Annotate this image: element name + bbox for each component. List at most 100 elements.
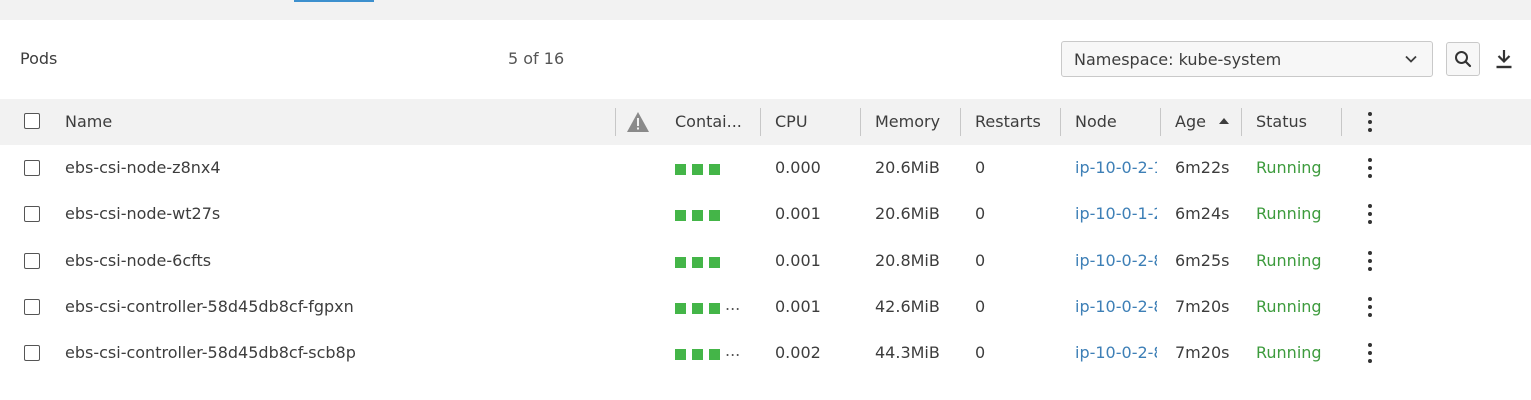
column-header-cpu[interactable]: CPU bbox=[775, 99, 808, 145]
status-value: Running bbox=[1256, 251, 1322, 270]
node-link[interactable]: ip-10-0-1-2 bbox=[1075, 191, 1157, 237]
container-ready-indicator bbox=[692, 209, 703, 221]
containers-status bbox=[675, 209, 725, 221]
pod-name-link[interactable]: ebs-csi-node-6cfts bbox=[65, 238, 211, 284]
pod-name-link[interactable]: ebs-csi-controller-58d45db8cf-scb8p bbox=[65, 330, 356, 376]
status-value: Running bbox=[1256, 297, 1322, 316]
column-header-restarts[interactable]: Restarts bbox=[975, 99, 1041, 145]
container-ready-indicator bbox=[675, 302, 686, 314]
container-ready-indicator bbox=[675, 209, 686, 221]
status-value: Running bbox=[1256, 158, 1322, 177]
memory-value: 20.8MiB bbox=[875, 251, 940, 270]
table-row[interactable]: ebs-csi-node-z8nx4 0.000 20.6MiB 0 ip-10… bbox=[0, 145, 1531, 191]
age-value: 6m22s bbox=[1175, 158, 1230, 177]
containers-more: ... bbox=[725, 295, 741, 314]
node-link[interactable]: ip-10-0-2-1 bbox=[1075, 145, 1157, 191]
container-ready-indicator bbox=[709, 348, 720, 360]
column-header-memory[interactable]: Memory bbox=[875, 99, 940, 145]
download-icon bbox=[1496, 50, 1512, 69]
search-button[interactable] bbox=[1446, 42, 1480, 76]
containers-status: ... bbox=[675, 295, 741, 314]
column-resize-handle[interactable] bbox=[760, 108, 761, 136]
node-link[interactable]: ip-10-0-2-8 bbox=[1075, 284, 1157, 330]
cpu-value: 0.001 bbox=[775, 251, 821, 270]
container-ready-indicator bbox=[675, 256, 686, 268]
row-menu-button[interactable] bbox=[1367, 343, 1373, 363]
select-all-checkbox[interactable] bbox=[24, 113, 40, 129]
containers-status bbox=[675, 163, 725, 175]
restarts-value: 0 bbox=[975, 204, 986, 223]
containers-more: ... bbox=[725, 341, 741, 360]
cpu-value: 0.002 bbox=[775, 343, 821, 362]
column-header-containers[interactable]: Contai... bbox=[675, 99, 742, 145]
namespace-select[interactable]: Namespace: kube-system bbox=[1061, 41, 1433, 77]
container-ready-indicator bbox=[709, 302, 720, 314]
container-ready-indicator bbox=[675, 163, 686, 175]
node-link[interactable]: ip-10-0-2-8 bbox=[1075, 330, 1157, 376]
restarts-value: 0 bbox=[975, 343, 986, 362]
restarts-value: 0 bbox=[975, 158, 986, 177]
row-checkbox[interactable] bbox=[24, 206, 40, 222]
cpu-value: 0.001 bbox=[775, 297, 821, 316]
containers-status bbox=[675, 256, 725, 268]
items-count: 5 of 16 bbox=[508, 49, 565, 68]
memory-value: 42.6MiB bbox=[875, 297, 940, 316]
column-resize-handle[interactable] bbox=[1341, 108, 1342, 136]
column-header-age[interactable]: Age bbox=[1175, 99, 1206, 145]
container-ready-indicator bbox=[692, 163, 703, 175]
row-checkbox[interactable] bbox=[24, 345, 40, 361]
cpu-value: 0.001 bbox=[775, 204, 821, 223]
container-ready-indicator bbox=[675, 348, 686, 360]
table-header: Name Contai... CPU Memory Restarts Node … bbox=[0, 99, 1531, 145]
age-value: 6m24s bbox=[1175, 204, 1230, 223]
active-tab-indicator bbox=[294, 0, 374, 2]
table-row[interactable]: ebs-csi-controller-58d45db8cf-fgpxn ... … bbox=[0, 284, 1531, 330]
memory-value: 20.6MiB bbox=[875, 158, 940, 177]
table-row[interactable]: ebs-csi-controller-58d45db8cf-scb8p ... … bbox=[0, 330, 1531, 376]
container-ready-indicator bbox=[692, 302, 703, 314]
row-menu-button[interactable] bbox=[1367, 251, 1373, 271]
memory-value: 44.3MiB bbox=[875, 343, 940, 362]
container-ready-indicator bbox=[692, 348, 703, 360]
age-value: 6m25s bbox=[1175, 251, 1230, 270]
column-header-status[interactable]: Status bbox=[1256, 99, 1307, 145]
container-ready-indicator bbox=[692, 256, 703, 268]
age-value: 7m20s bbox=[1175, 343, 1230, 362]
row-menu-button[interactable] bbox=[1367, 158, 1373, 178]
sort-ascending-icon bbox=[1219, 118, 1229, 124]
table-row[interactable]: ebs-csi-node-wt27s 0.001 20.6MiB 0 ip-10… bbox=[0, 191, 1531, 237]
container-ready-indicator bbox=[709, 209, 720, 221]
column-resize-handle[interactable] bbox=[960, 108, 961, 136]
container-ready-indicator bbox=[709, 256, 720, 268]
column-resize-handle[interactable] bbox=[1241, 108, 1242, 136]
warning-icon bbox=[627, 112, 649, 132]
containers-status: ... bbox=[675, 341, 741, 360]
pod-name-link[interactable]: ebs-csi-node-z8nx4 bbox=[65, 145, 221, 191]
node-link[interactable]: ip-10-0-2-8 bbox=[1075, 238, 1157, 284]
restarts-value: 0 bbox=[975, 297, 986, 316]
pod-name-link[interactable]: ebs-csi-controller-58d45db8cf-fgpxn bbox=[65, 284, 354, 330]
columns-menu-button[interactable] bbox=[1367, 112, 1373, 132]
restarts-value: 0 bbox=[975, 251, 986, 270]
pod-name-link[interactable]: ebs-csi-node-wt27s bbox=[65, 191, 220, 237]
column-resize-handle[interactable] bbox=[615, 108, 616, 136]
row-menu-button[interactable] bbox=[1367, 204, 1373, 224]
download-button[interactable] bbox=[1490, 45, 1518, 73]
age-value: 7m20s bbox=[1175, 297, 1230, 316]
column-header-node[interactable]: Node bbox=[1075, 99, 1117, 145]
cpu-value: 0.000 bbox=[775, 158, 821, 177]
row-checkbox[interactable] bbox=[24, 253, 40, 269]
column-resize-handle[interactable] bbox=[860, 108, 861, 136]
memory-value: 20.6MiB bbox=[875, 204, 940, 223]
top-tab-bar bbox=[0, 0, 1531, 20]
row-checkbox[interactable] bbox=[24, 299, 40, 315]
chevron-down-icon bbox=[1405, 55, 1417, 63]
column-header-name[interactable]: Name bbox=[65, 99, 112, 145]
status-value: Running bbox=[1256, 343, 1322, 362]
row-checkbox[interactable] bbox=[24, 160, 40, 176]
container-ready-indicator bbox=[709, 163, 720, 175]
table-row[interactable]: ebs-csi-node-6cfts 0.001 20.8MiB 0 ip-10… bbox=[0, 238, 1531, 284]
column-resize-handle[interactable] bbox=[1160, 108, 1161, 136]
row-menu-button[interactable] bbox=[1367, 297, 1373, 317]
column-resize-handle[interactable] bbox=[1060, 108, 1061, 136]
